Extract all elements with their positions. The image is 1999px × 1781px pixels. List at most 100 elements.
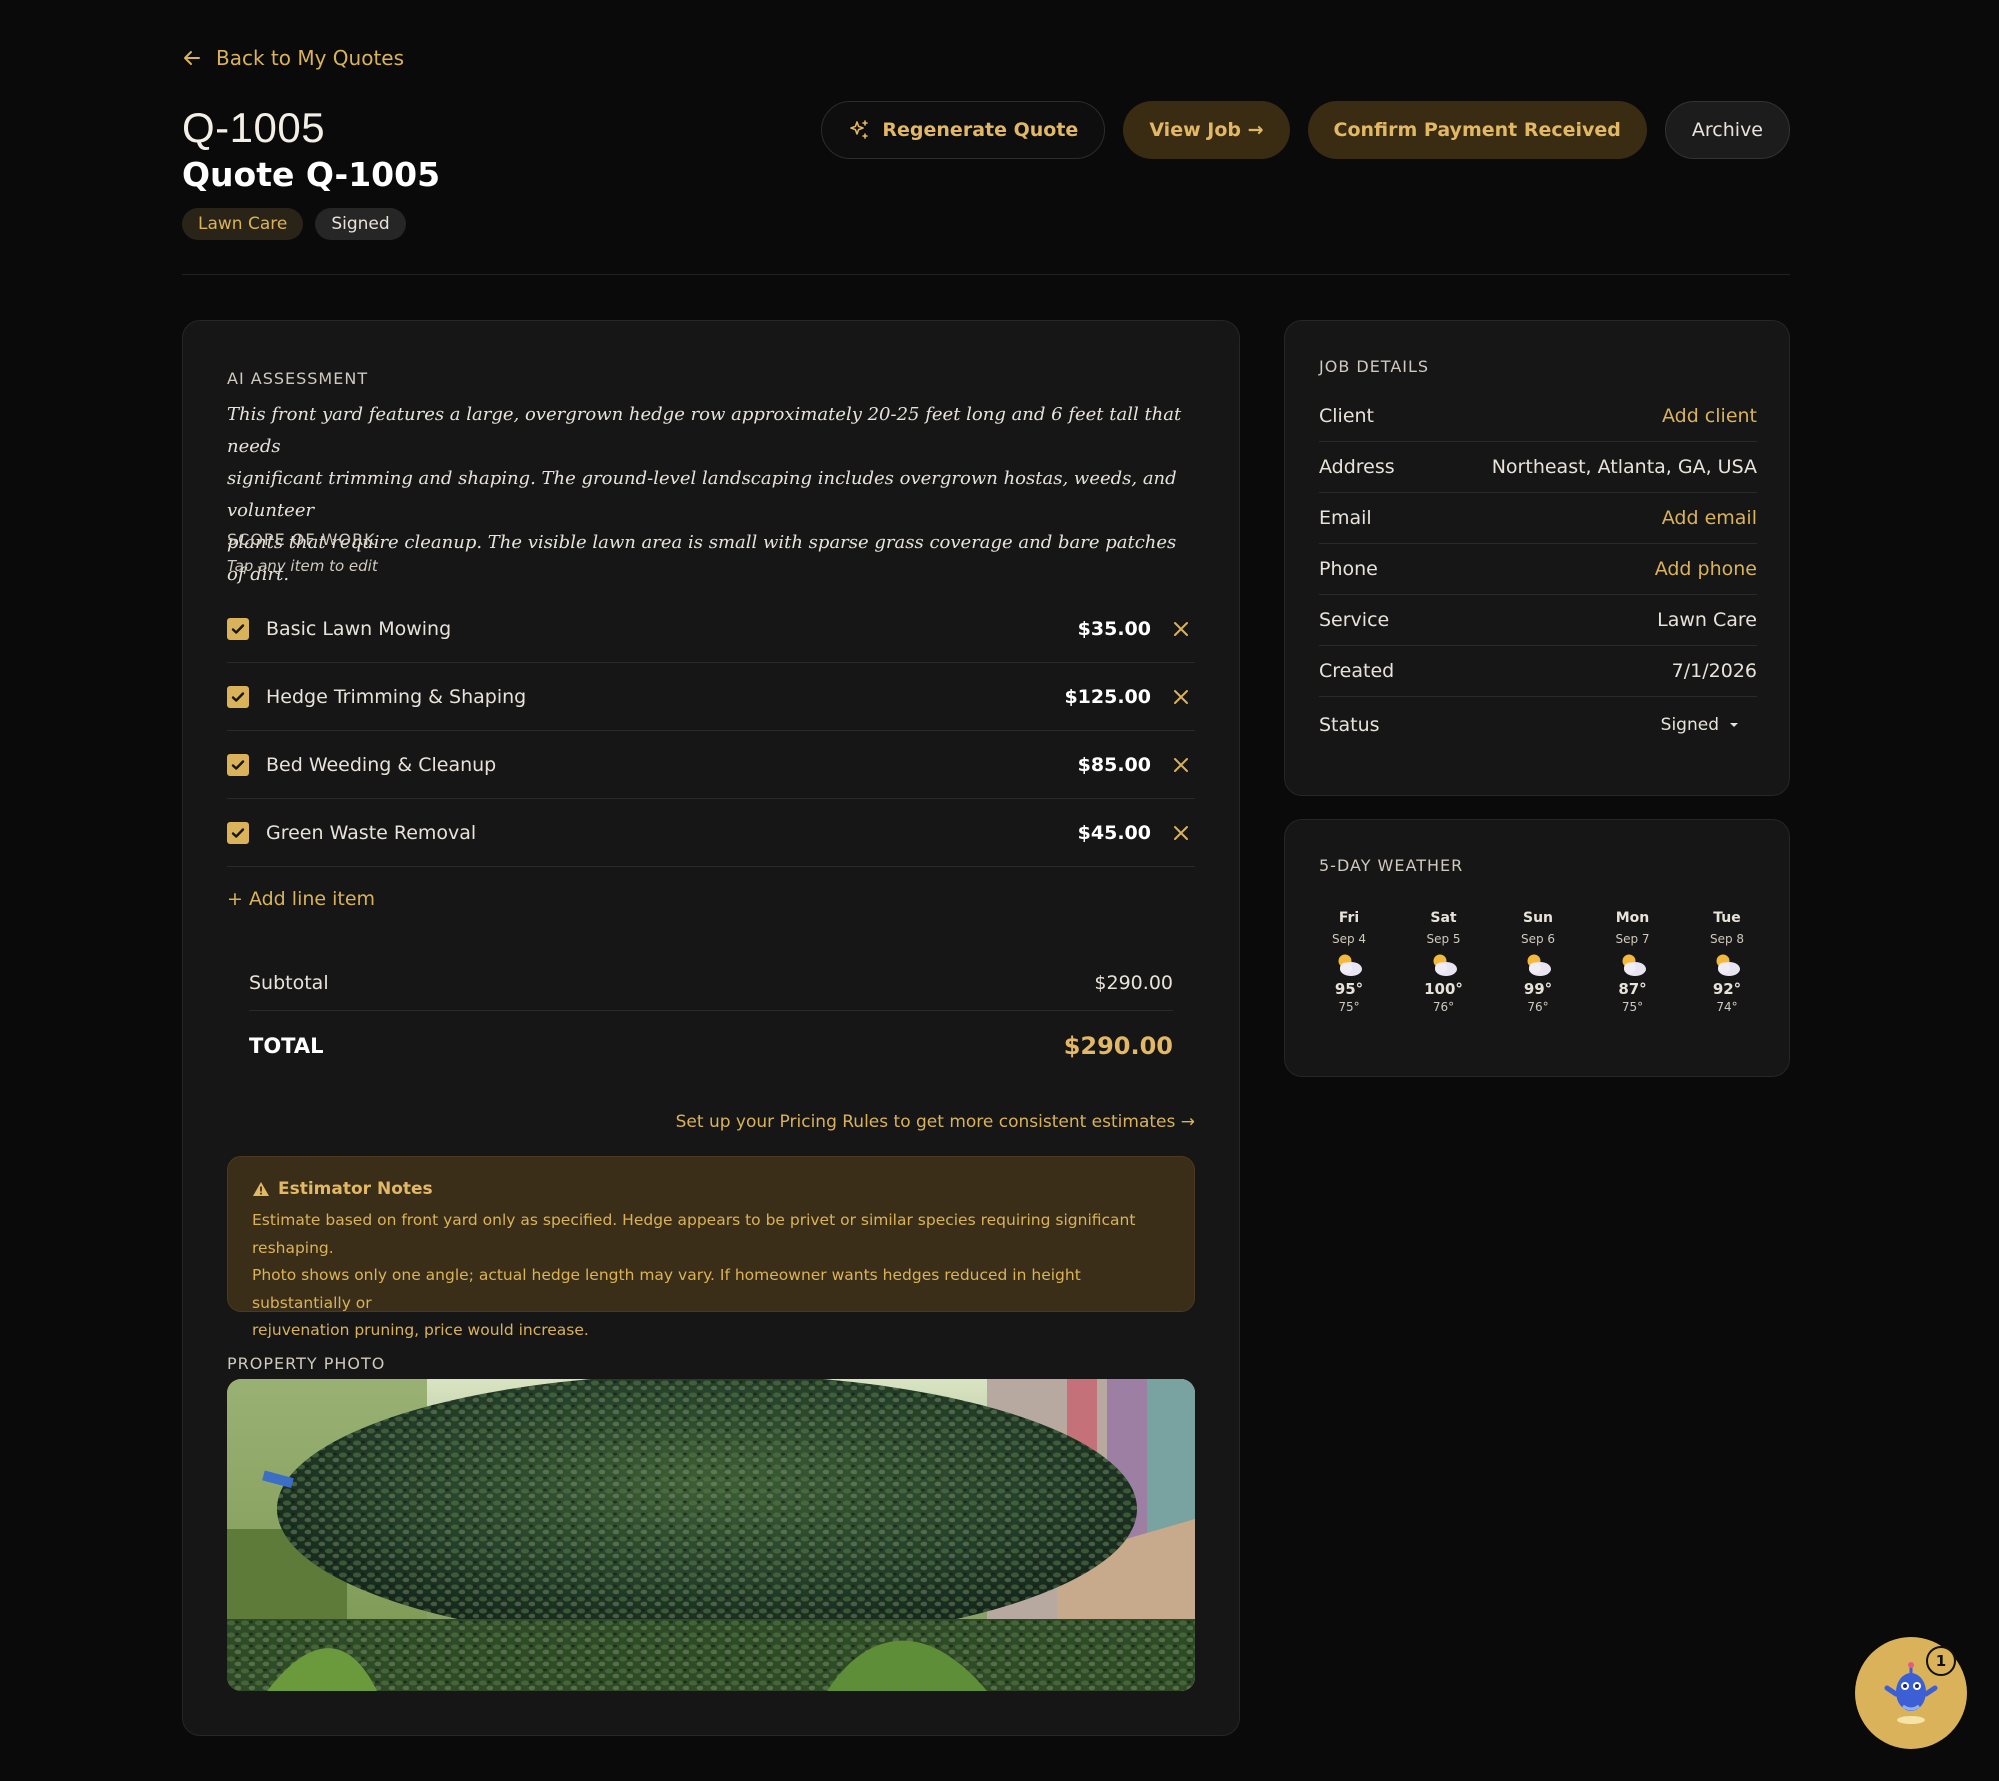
close-icon[interactable] — [1171, 755, 1191, 775]
total-value: $290.00 — [1063, 1032, 1173, 1060]
weather-day-date: Sep 4 — [1331, 932, 1367, 946]
line-item-price: $35.00 — [1077, 617, 1151, 640]
check-icon — [231, 827, 245, 838]
status-badge: Signed — [315, 208, 406, 240]
detail-row-status: Status Signed — [1319, 699, 1757, 750]
status-select[interactable]: Signed — [1661, 715, 1739, 735]
archive-button[interactable]: Archive — [1664, 101, 1790, 159]
total-row: TOTAL $290.00 — [249, 1012, 1173, 1080]
add-client-link[interactable]: Add client — [1662, 405, 1757, 427]
line-item-checkbox[interactable] — [227, 685, 249, 708]
regenerate-quote-button[interactable]: Regenerate Quote — [821, 101, 1106, 159]
estimator-notes-body: Estimate based on front yard only as spe… — [252, 1207, 1170, 1345]
line-item[interactable]: Bed Weeding & Cleanup $85.00 — [227, 731, 1195, 799]
detail-label: Phone — [1319, 558, 1378, 580]
detail-label: Status — [1319, 713, 1380, 736]
header-actions: Regenerate Quote View Job → Confirm Paym… — [821, 101, 1790, 159]
weather-day-name: Mon — [1615, 910, 1650, 926]
line-item[interactable]: Hedge Trimming & Shaping $125.00 — [227, 663, 1195, 731]
weather-day: Fri Sep 4 95° 75° — [1319, 910, 1379, 1014]
weather-day: Sat Sep 5 100° 76° — [1414, 910, 1474, 1014]
weather-label: 5-DAY WEATHER — [1319, 856, 1464, 875]
regenerate-quote-label: Regenerate Quote — [882, 119, 1079, 141]
subtotal-row: Subtotal $290.00 — [249, 955, 1173, 1011]
arrow-left-icon — [184, 51, 200, 65]
partly-cloudy-icon — [1716, 954, 1740, 976]
line-item-checkbox[interactable] — [227, 821, 249, 844]
service-badge: Lawn Care — [182, 208, 304, 240]
add-line-item-button[interactable]: + Add line item — [227, 888, 1195, 910]
line-item-price: $125.00 — [1064, 685, 1151, 708]
weather-high: 95° — [1334, 980, 1364, 998]
property-photo[interactable] — [227, 1379, 1195, 1691]
quote-tags: Lawn Care Signed — [182, 208, 406, 240]
header-divider — [182, 274, 1790, 275]
weather-day-date: Sep 7 — [1615, 932, 1650, 946]
close-icon[interactable] — [1171, 823, 1191, 843]
pricing-rules-link[interactable]: Set up your Pricing Rules to get more co… — [227, 1112, 1195, 1132]
weather-day-name: Sun — [1522, 910, 1554, 926]
estimator-notes: Estimator Notes Estimate based on front … — [227, 1156, 1195, 1339]
scope-hint: Tap any item to edit — [227, 557, 378, 575]
line-item-checkbox[interactable] — [227, 753, 249, 776]
confirm-payment-button[interactable]: Confirm Payment Received — [1307, 101, 1647, 159]
weather-day-date: Sep 8 — [1709, 932, 1745, 946]
line-item[interactable]: Green Waste Removal $45.00 — [227, 799, 1195, 867]
ai-assessment-label: AI ASSESSMENT — [227, 369, 369, 388]
detail-row-phone: Phone Add phone — [1319, 544, 1757, 595]
close-icon[interactable] — [1171, 687, 1191, 707]
detail-row-address: Address Northeast, Atlanta, GA, USA — [1319, 442, 1757, 493]
add-phone-link[interactable]: Add phone — [1655, 558, 1757, 580]
detail-row-email: Email Add email — [1319, 493, 1757, 544]
weather-days: Fri Sep 4 95° 75° Sat Sep 5 100° 76° Sun… — [1319, 910, 1757, 1014]
line-item-name: Basic Lawn Mowing — [266, 617, 452, 640]
partly-cloudy-icon — [1338, 954, 1362, 976]
close-icon[interactable] — [1171, 619, 1191, 639]
check-icon — [231, 691, 245, 702]
job-details-card: JOB DETAILS Client Add client Address No… — [1284, 320, 1790, 796]
weather-card: 5-DAY WEATHER Fri Sep 4 95° 75° Sat Sep … — [1284, 819, 1790, 1077]
totals-section: Subtotal $290.00 TOTAL $290.00 — [227, 955, 1195, 1075]
page-title: Quote Q-1005 — [182, 155, 441, 194]
partly-cloudy-icon — [1622, 954, 1646, 976]
scope-of-work-label: SCOPE OF WORK — [227, 530, 376, 549]
hedge-photo-image — [227, 1379, 1195, 1691]
back-link-label: Back to My Quotes — [216, 46, 405, 70]
detail-label: Address — [1319, 456, 1395, 478]
weather-day-date: Sep 6 — [1520, 932, 1556, 946]
property-photo-wrapper — [227, 1379, 1195, 1691]
detail-label: Client — [1319, 405, 1375, 427]
estimator-notes-title: Estimator Notes — [252, 1179, 1170, 1199]
view-job-button[interactable]: View Job → — [1123, 101, 1290, 159]
detail-label: Email — [1319, 507, 1372, 529]
weather-day: Mon Sep 7 87° 75° — [1603, 910, 1663, 1014]
sparkles-icon — [850, 120, 869, 139]
line-item-price: $85.00 — [1077, 753, 1151, 776]
assistant-notification-badge: 1 — [1926, 1646, 1956, 1676]
subtotal-label: Subtotal — [249, 971, 329, 994]
detail-row-service: Service Lawn Care — [1319, 595, 1757, 646]
subtotal-value: $290.00 — [1094, 971, 1173, 994]
total-label: TOTAL — [249, 1034, 324, 1058]
partly-cloudy-icon — [1433, 954, 1457, 976]
line-item[interactable]: Basic Lawn Mowing $35.00 — [227, 595, 1195, 663]
weather-day-name: Fri — [1338, 910, 1360, 926]
weather-low: 76° — [1527, 1000, 1549, 1014]
check-icon — [231, 623, 245, 634]
weather-low: 75° — [1338, 1000, 1360, 1014]
add-email-link[interactable]: Add email — [1662, 507, 1757, 529]
notes-line: Photo shows only one angle; actual hedge… — [252, 1266, 1081, 1312]
quote-main-card: AI ASSESSMENT This front yard features a… — [182, 320, 1240, 1736]
weather-day-name: Sat — [1430, 910, 1457, 926]
chevron-down-icon — [1730, 722, 1738, 727]
line-item-checkbox[interactable] — [227, 617, 249, 640]
weather-low: 76° — [1432, 1000, 1455, 1014]
property-photo-label: PROPERTY PHOTO — [227, 1354, 386, 1373]
weather-high: 99° — [1523, 980, 1553, 998]
service-value: Lawn Care — [1657, 609, 1757, 631]
back-to-quotes-link[interactable]: Back to My Quotes — [182, 46, 404, 70]
weather-day-name: Tue — [1713, 910, 1741, 926]
weather-day: Sun Sep 6 99° 76° — [1508, 910, 1568, 1014]
line-items-list: Basic Lawn Mowing $35.00 Hedge Trimming … — [227, 595, 1195, 867]
weather-high: 92° — [1712, 980, 1742, 998]
